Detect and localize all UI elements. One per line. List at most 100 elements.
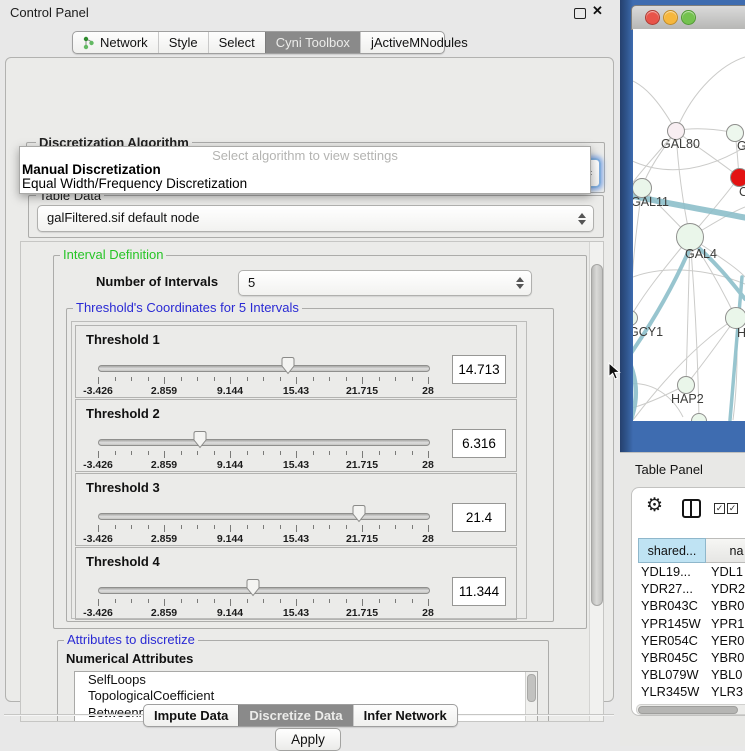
tab-select[interactable]: Select: [208, 32, 265, 53]
threshold-2-slider[interactable]: -3.4262.8599.14415.4321.71528: [76, 426, 456, 470]
tick-mark: [214, 525, 215, 529]
tick-mark: [197, 377, 198, 381]
slider-track[interactable]: [98, 587, 430, 594]
table-row[interactable]: YPR145WYPR1: [638, 616, 745, 633]
column-header-shared-name[interactable]: shared...: [638, 538, 706, 563]
node-label: GAL80: [661, 137, 700, 151]
table-row[interactable]: YDL19...YDL1: [638, 564, 745, 581]
slider-handle[interactable]: [280, 356, 296, 375]
list-item[interactable]: SelfLoops: [75, 672, 537, 688]
tick-mark: [313, 525, 314, 529]
node-label: GAL4: [685, 247, 717, 261]
tab-cyni-toolbox[interactable]: Cyni Toolbox: [265, 32, 360, 53]
dropdown-item-equal-width[interactable]: Equal Width/Frequency Discretization: [22, 176, 247, 191]
tick-mark: [197, 599, 198, 603]
tick-mark: [131, 451, 132, 455]
slider-handle[interactable]: [192, 430, 208, 449]
tick-mark: [412, 377, 413, 381]
table-row[interactable]: YBR045CYBR0: [638, 650, 745, 667]
table-panel-title: Table Panel: [635, 462, 703, 477]
tick-mark: [362, 451, 363, 458]
checkbox-icon[interactable]: ✓: [714, 503, 725, 514]
tick-label: -3.426: [68, 533, 128, 545]
slider-track[interactable]: [98, 439, 430, 446]
scrollbar-thumb[interactable]: [591, 264, 603, 606]
tick-mark: [214, 599, 215, 603]
tick-label: 28: [398, 459, 458, 471]
tick-label: 28: [398, 607, 458, 619]
tick-mark: [197, 451, 198, 455]
attributes-group-title: Attributes to discretize: [64, 632, 198, 647]
table-row[interactable]: YBL079WYBL0: [638, 667, 745, 684]
scrollbar-thumb[interactable]: [527, 674, 536, 702]
tick-mark: [296, 599, 297, 606]
num-intervals-combo[interactable]: 5: [238, 270, 532, 296]
tick-mark: [428, 377, 429, 384]
list-item[interactable]: TopologicalCoefficient: [75, 688, 537, 704]
column-split-icon[interactable]: [682, 499, 701, 518]
tab-jactivemnodules[interactable]: jActiveMNodules: [360, 32, 478, 53]
tab-infer-network[interactable]: Infer Network: [353, 705, 457, 726]
threshold-1-value-field[interactable]: 14.713: [452, 355, 506, 384]
network-window-titlebar[interactable]: [631, 5, 745, 30]
tick-mark: [379, 599, 380, 603]
threshold-1-slider[interactable]: -3.4262.8599.14415.4321.71528: [76, 352, 456, 396]
tab-impute-data-label: Impute Data: [154, 708, 228, 723]
threshold-2-value-field[interactable]: 6.316: [452, 429, 506, 458]
tab-cyni-toolbox-label: Cyni Toolbox: [276, 35, 350, 50]
tab-style[interactable]: Style: [158, 32, 208, 53]
tick-mark: [230, 525, 231, 532]
zoom-traffic-light-icon[interactable]: [681, 10, 696, 25]
minimize-traffic-light-icon[interactable]: [663, 10, 678, 25]
cell-name: YLR3: [706, 684, 743, 701]
tick-mark: [313, 377, 314, 381]
column-header-name[interactable]: na: [706, 538, 745, 563]
checkbox-icon[interactable]: ✓: [727, 503, 738, 514]
thresholds-group-title: Threshold's Coordinates for 5 Intervals: [73, 300, 302, 315]
table-horizontal-scrollbar[interactable]: [636, 704, 745, 715]
float-window-icon[interactable]: [574, 8, 586, 19]
node-label: H: [737, 326, 745, 340]
table-row[interactable]: YLR345WYLR3: [638, 684, 745, 701]
slider-track[interactable]: [98, 365, 430, 372]
thresholds-group: Threshold's Coordinates for 5 Intervals …: [66, 308, 554, 622]
tick-mark: [280, 525, 281, 529]
threshold-4-slider[interactable]: -3.4262.8599.14415.4321.71528: [76, 574, 456, 618]
close-icon[interactable]: ✕: [592, 3, 603, 19]
tick-mark: [428, 599, 429, 606]
tick-mark: [346, 525, 347, 529]
tab-network[interactable]: Network: [73, 32, 158, 53]
node-label: GCY1: [633, 325, 663, 339]
apply-button[interactable]: Apply: [275, 728, 341, 751]
slider-track[interactable]: [98, 513, 430, 520]
cell-shared-name: YER054C: [638, 633, 706, 650]
table-data-combo[interactable]: galFiltered.sif default node: [37, 205, 594, 232]
tick-mark: [115, 525, 116, 529]
tick-label: -3.426: [68, 607, 128, 619]
tick-label: 9.144: [200, 533, 260, 545]
close-traffic-light-icon[interactable]: [645, 10, 660, 25]
node-table[interactable]: YDL19...YDL1YDR27...YDR2YBR043CYBR0YPR14…: [638, 564, 745, 704]
tick-label: -3.426: [68, 459, 128, 471]
settings-scrollbar[interactable]: [589, 242, 603, 721]
tick-mark: [247, 451, 248, 455]
tick-mark: [115, 451, 116, 455]
table-row[interactable]: YER054CYER0: [638, 633, 745, 650]
threshold-4-value-field[interactable]: 11.344: [452, 577, 506, 606]
gear-icon[interactable]: ⚙: [646, 496, 663, 515]
table-row[interactable]: YDR27...YDR2: [638, 581, 745, 598]
table-row[interactable]: YBR043CYBR0: [638, 598, 745, 615]
slider-handle[interactable]: [351, 504, 367, 523]
dropdown-item-manual-discretization[interactable]: Manual Discretization: [22, 162, 161, 177]
tab-impute-data[interactable]: Impute Data: [144, 705, 238, 726]
slider-handle[interactable]: [245, 578, 261, 597]
threshold-3-value-field[interactable]: 21.4: [452, 503, 506, 532]
threshold-3-slider[interactable]: -3.4262.8599.14415.4321.71528: [76, 500, 456, 544]
scrollbar-thumb[interactable]: [638, 706, 738, 715]
network-canvas[interactable]: GAL80GACGAL11GAL4GCY1HHAP2: [633, 29, 745, 421]
network-node[interactable]: [730, 168, 745, 187]
tab-discretize-data[interactable]: Discretize Data: [238, 705, 352, 726]
tick-mark: [346, 599, 347, 603]
tick-mark: [148, 451, 149, 455]
threshold-1-box: Threshold 1 -3.4262.8599.14415.4321.7152…: [75, 325, 517, 398]
